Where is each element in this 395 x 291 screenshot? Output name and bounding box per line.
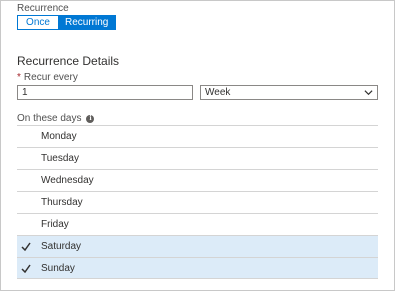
day-row-friday[interactable]: Friday	[17, 213, 378, 235]
recur-every-label: Recur every	[23, 72, 78, 83]
once-option[interactable]: Once	[18, 16, 58, 29]
required-marker: *	[17, 72, 21, 83]
day-row-thursday[interactable]: Thursday	[17, 191, 378, 213]
recurring-option[interactable]: Recurring	[58, 16, 116, 29]
day-row-sunday[interactable]: Sunday	[17, 257, 378, 279]
day-label: Sunday	[41, 263, 75, 274]
day-label: Thursday	[41, 197, 83, 208]
recur-every-label-row: * Recur every	[17, 72, 78, 83]
day-row-saturday[interactable]: Saturday	[17, 235, 378, 257]
days-list: Monday Tuesday Wednesday Thursday Friday Satu…	[17, 125, 378, 279]
unit-value: Week	[205, 87, 231, 98]
recurrence-panel: Recurrence Once Recurring Recurrence Det…	[0, 0, 395, 291]
checkmark-icon	[21, 264, 31, 273]
day-row-monday[interactable]: Monday	[17, 125, 378, 147]
day-label: Wednesday	[41, 175, 94, 186]
days-label-row: On these days i	[17, 113, 95, 124]
chevron-down-icon	[364, 90, 373, 96]
recurrence-label: Recurrence	[17, 3, 69, 14]
day-row-wednesday[interactable]: Wednesday	[17, 169, 378, 191]
section-title: Recurrence Details	[17, 54, 120, 68]
interval-input[interactable]: 1	[17, 85, 193, 100]
day-label: Tuesday	[41, 153, 79, 164]
checkmark-icon	[21, 242, 31, 251]
unit-select[interactable]: Week	[200, 85, 378, 100]
day-label: Monday	[41, 131, 77, 142]
days-label: On these days	[17, 113, 82, 124]
day-label: Saturday	[41, 241, 82, 252]
day-row-tuesday[interactable]: Tuesday	[17, 147, 378, 169]
interval-value: 1	[22, 87, 28, 98]
info-icon[interactable]: i	[86, 114, 95, 123]
recurrence-toggle: Once Recurring	[17, 15, 117, 30]
day-label: Friday	[41, 219, 69, 230]
